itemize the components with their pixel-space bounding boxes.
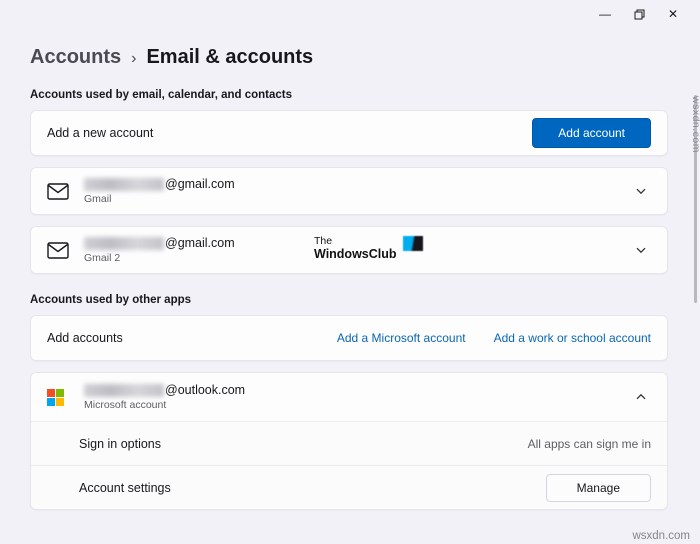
windowsclub-line1: The — [314, 235, 333, 247]
breadcrumb: Accounts › Email & accounts — [30, 46, 668, 69]
email-domain: @outlook.com — [165, 383, 246, 397]
chevron-down-icon[interactable] — [631, 240, 651, 260]
redacted-email-prefix — [84, 236, 164, 250]
sign-in-options-value: All apps can sign me in — [527, 436, 651, 451]
add-new-account-card: Add a new account Add account — [30, 110, 668, 156]
restore-button[interactable] — [622, 2, 656, 26]
side-watermark: wsxdn.com — [690, 96, 700, 154]
mail-icon — [47, 182, 71, 200]
section-title-email: Accounts used by email, calendar, and co… — [30, 89, 293, 101]
account-settings-row: Account settings Manage — [31, 465, 667, 509]
breadcrumb-separator: › — [131, 50, 137, 67]
add-microsoft-account-link[interactable]: Add a Microsoft account — [337, 331, 466, 345]
account-provider: Gmail 2 — [84, 252, 121, 264]
gmail2-account-row[interactable]: @gmail.com Gmail 2 The WindowsClub — [30, 226, 668, 274]
email-domain: @gmail.com — [165, 236, 235, 250]
windowsclub-watermark: The WindowsClub — [314, 235, 423, 261]
microsoft-logo-icon — [47, 388, 71, 406]
account-email: @outlook.com — [84, 383, 245, 397]
windowsclub-text: The WindowsClub — [314, 235, 397, 261]
windowsclub-logo-icon — [402, 236, 423, 251]
mail-icon — [47, 241, 71, 259]
account-provider: Gmail — [84, 193, 112, 205]
account-text: @gmail.com Gmail 2 — [84, 236, 235, 264]
account-settings-label: Account settings — [79, 480, 171, 495]
add-account-button[interactable]: Add account — [532, 118, 651, 148]
gmail-account-row[interactable]: @gmail.com Gmail — [30, 167, 668, 215]
microsoft-account-row[interactable]: @outlook.com Microsoft account — [31, 373, 667, 421]
account-text: @gmail.com Gmail — [84, 177, 235, 205]
email-domain: @gmail.com — [165, 177, 235, 191]
account-email: @gmail.com — [84, 177, 235, 191]
account-provider: Microsoft account — [84, 399, 167, 411]
sign-in-options-label: Sign in options — [79, 436, 162, 451]
redacted-email-prefix — [84, 177, 164, 191]
microsoft-account-card: @outlook.com Microsoft account Sign in o… — [30, 372, 668, 510]
add-accounts-label: Add accounts — [47, 331, 123, 345]
chevron-up-icon[interactable] — [631, 387, 651, 407]
chevron-down-icon[interactable] — [631, 181, 651, 201]
account-email: @gmail.com — [84, 236, 235, 250]
sign-in-options-row[interactable]: Sign in options All apps can sign me in — [31, 421, 667, 465]
windowsclub-line2: WindowsClub — [314, 247, 397, 262]
add-accounts-card: Add accounts Add a Microsoft account Add… — [30, 315, 668, 361]
title-bar: — ✕ — [0, 0, 700, 28]
restore-icon — [634, 9, 644, 19]
page-title: Email & accounts — [146, 46, 314, 68]
breadcrumb-accounts[interactable]: Accounts — [30, 46, 121, 69]
minimize-button[interactable]: — — [588, 2, 622, 26]
redacted-email-prefix — [84, 383, 164, 397]
add-account-links: Add a Microsoft account Add a work or sc… — [337, 331, 651, 345]
close-button[interactable]: ✕ — [656, 2, 690, 26]
bottom-watermark: wsxdn.com — [632, 530, 690, 542]
add-new-account-label: Add a new account — [47, 126, 154, 140]
section-title-other-apps: Accounts used by other apps — [30, 294, 192, 306]
account-text: @outlook.com Microsoft account — [84, 383, 245, 411]
add-work-school-account-link[interactable]: Add a work or school account — [494, 331, 651, 345]
settings-page: Accounts › Email & accounts Accounts use… — [0, 28, 700, 510]
manage-button[interactable]: Manage — [545, 473, 651, 502]
